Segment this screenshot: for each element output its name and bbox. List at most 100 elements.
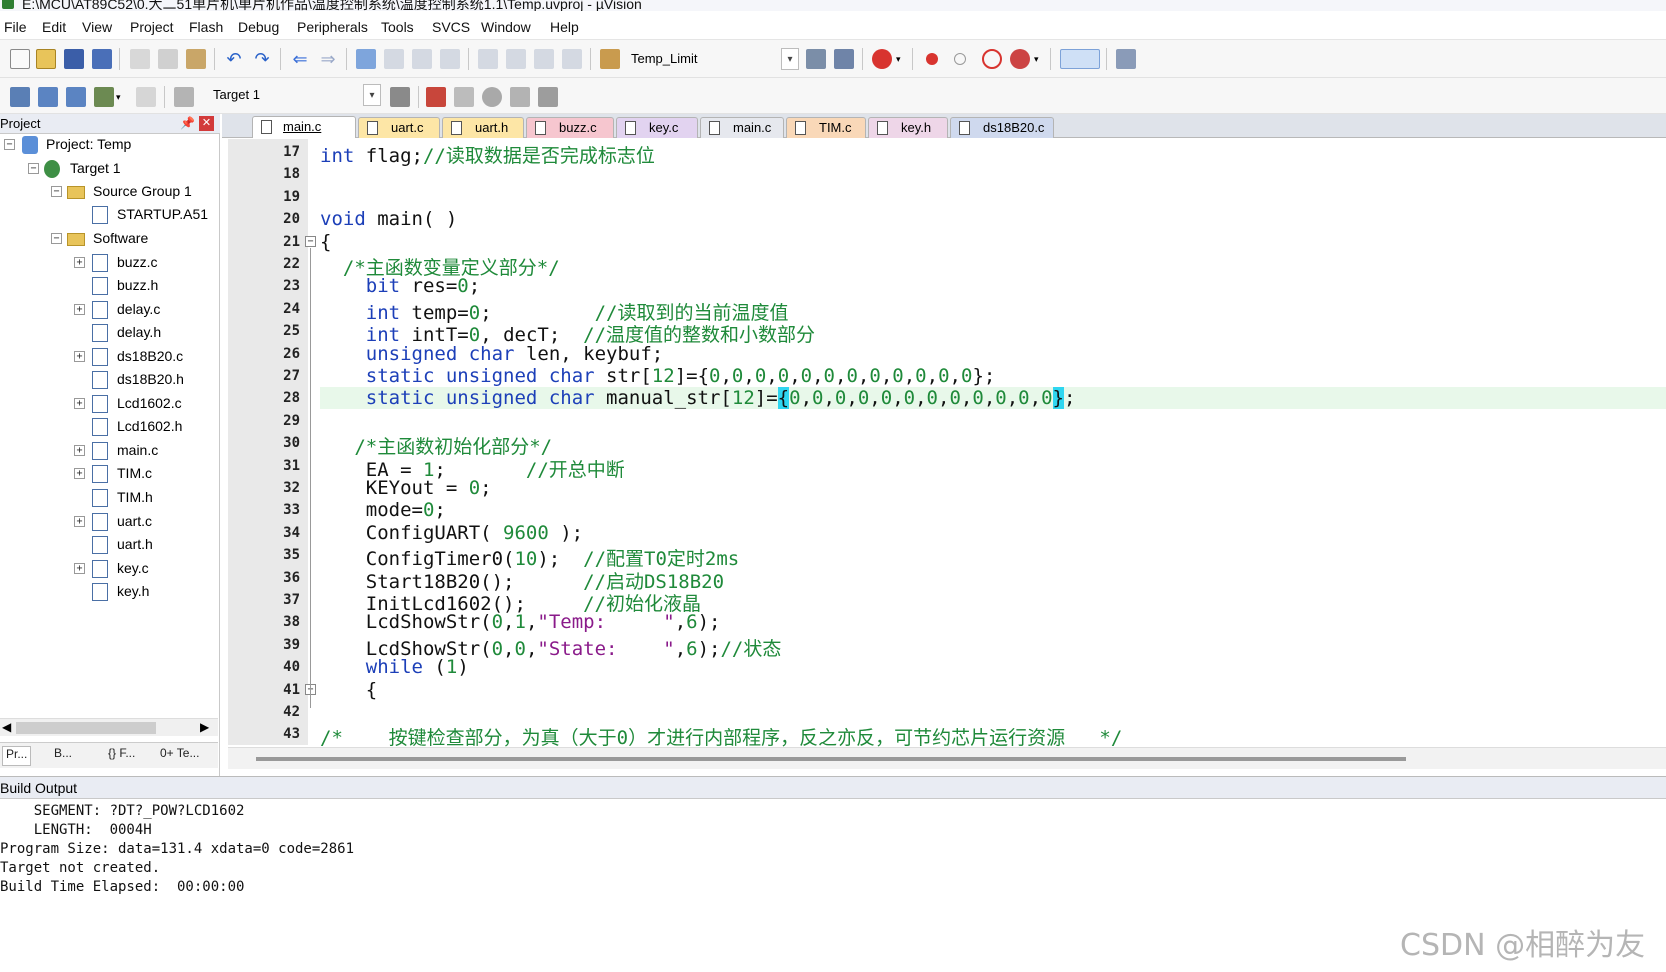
open-folder-icon[interactable] [36, 49, 56, 69]
expand-icon[interactable]: + [74, 304, 85, 315]
menu-window[interactable]: Window [481, 19, 531, 35]
code-line[interactable]: KEYout = 0; [320, 477, 492, 499]
code-editor[interactable]: 17 18 19 20 21−22 23 24 25 26 27 28 29 30 31 32 33 34 35 3… [228, 139, 1666, 769]
expand-icon[interactable]: + [74, 257, 85, 268]
menu-help[interactable]: Help [550, 19, 579, 35]
breakpoint-icon[interactable] [926, 53, 938, 65]
menu-project[interactable]: Project [130, 19, 174, 35]
code-line[interactable]: /*主函数初始化部分*/ [320, 432, 552, 458]
window-layout-icon[interactable] [1060, 49, 1100, 69]
pin-icon[interactable]: 📌 [180, 116, 195, 130]
collapse-icon[interactable]: − [28, 163, 39, 174]
code-line[interactable]: /*主函数变量定义部分*/ [320, 253, 560, 279]
code-line[interactable]: while (1) [320, 656, 469, 678]
collapse-icon[interactable]: − [4, 139, 15, 150]
code-line[interactable]: { [320, 231, 331, 253]
incremental-find-icon[interactable] [834, 49, 854, 69]
editor-tab[interactable]: ds18B20.c [950, 117, 1054, 138]
code-line[interactable]: EA = 1; //开总中断 [320, 455, 625, 481]
menu-svcs[interactable]: SVCS [432, 19, 470, 35]
undo-icon[interactable]: ↶ [224, 49, 244, 69]
manage-rte-icon[interactable] [482, 87, 502, 107]
find-icon[interactable] [806, 49, 826, 69]
menu-flash[interactable]: Flash [189, 19, 223, 35]
collapse-icon[interactable]: − [51, 233, 62, 244]
code-line[interactable]: InitLcd1602(); //初始化液晶 [320, 589, 701, 615]
collapse-icon[interactable]: − [51, 186, 62, 197]
uncomment-icon[interactable] [562, 49, 582, 69]
code-line[interactable]: static unsigned char manual_str[12]={0,0… [320, 387, 1075, 410]
chevron-down-icon[interactable]: ▾ [781, 48, 799, 70]
comment-icon[interactable] [534, 49, 554, 69]
menu-peripherals[interactable]: Peripherals [297, 19, 368, 35]
menu-view[interactable]: View [82, 19, 112, 35]
chevron-down-icon[interactable]: ▾ [363, 84, 381, 106]
editor-tab[interactable]: uart.c [358, 117, 440, 138]
chevron-down-icon[interactable]: ▾ [116, 87, 126, 107]
build-icon[interactable] [38, 87, 58, 107]
clear-bookmarks-icon[interactable] [440, 49, 460, 69]
expand-icon[interactable]: + [74, 468, 85, 479]
code-line[interactable]: LcdShowStr(0,1,"Temp: ",6); [320, 611, 721, 633]
code-line[interactable]: LcdShowStr(0,0,"State: ",6);//状态 [320, 634, 782, 660]
expand-icon[interactable]: + [74, 516, 85, 527]
save-all-icon[interactable] [92, 49, 112, 69]
scroll-right-icon[interactable]: ▶ [200, 720, 209, 734]
menu-file[interactable]: File [4, 19, 27, 35]
scroll-thumb[interactable] [16, 722, 156, 734]
menu-debug[interactable]: Debug [238, 19, 279, 35]
disable-breakpoint-icon[interactable] [954, 53, 966, 65]
unindent-icon[interactable] [506, 49, 526, 69]
code-line[interactable]: bit res=0; [320, 275, 480, 297]
expand-icon[interactable]: + [74, 563, 85, 574]
code-line[interactable]: int intT=0, decT; //温度值的整数和小数部分 [320, 320, 815, 346]
kill-all-breakpoints-icon[interactable] [1010, 49, 1030, 69]
menu-tools[interactable]: Tools [381, 19, 414, 35]
code-line[interactable]: unsigned char len, keybuf; [320, 343, 663, 365]
nav-forward-icon[interactable]: ⇒ [318, 49, 338, 69]
pack-installer-icon[interactable] [510, 87, 530, 107]
batch-build-icon[interactable] [94, 87, 114, 107]
copy-icon[interactable] [158, 49, 178, 69]
rebuild-icon[interactable] [66, 87, 86, 107]
event-recorder-icon[interactable] [538, 87, 558, 107]
editor-tab[interactable]: main.c [700, 117, 784, 138]
cut-icon[interactable] [130, 49, 150, 69]
next-bookmark-icon[interactable] [412, 49, 432, 69]
code-line[interactable]: int flag;//读取数据是否完成标志位 [320, 141, 655, 167]
stop-build-icon[interactable] [136, 87, 156, 107]
code-line[interactable]: void main( ) [320, 208, 457, 230]
disable-all-breakpoints-icon[interactable] [982, 49, 1002, 69]
code-line[interactable]: mode=0; [320, 499, 446, 521]
paste-icon[interactable] [186, 49, 206, 69]
editor-tab[interactable]: TIM.c [786, 117, 866, 138]
tab-project[interactable]: Pr... [2, 746, 32, 766]
code-line[interactable]: ConfigTimer0(10); //配置T0定时2ms [320, 544, 739, 570]
editor-tab[interactable]: main.c [252, 116, 356, 138]
prev-bookmark-icon[interactable] [384, 49, 404, 69]
manage-project-items-icon[interactable] [426, 87, 446, 107]
chevron-down-icon[interactable]: ▾ [1034, 49, 1044, 69]
tab-templates[interactable]: 0+ Te... [160, 746, 199, 766]
expand-icon[interactable]: + [74, 351, 85, 362]
redo-icon[interactable]: ↷ [252, 49, 272, 69]
find-combo[interactable]: Temp_Limit ▾ [624, 47, 800, 71]
scroll-thumb[interactable] [256, 757, 1406, 761]
project-horizontal-scrollbar[interactable]: ◀ ▶ [0, 718, 218, 736]
chevron-down-icon[interactable]: ▾ [896, 49, 906, 69]
menu-edit[interactable]: Edit [42, 19, 66, 35]
bookmark-icon[interactable] [356, 49, 376, 69]
translate-icon[interactable] [10, 87, 30, 107]
editor-tab[interactable]: uart.h [442, 117, 524, 138]
editor-tab[interactable]: buzz.c [526, 117, 614, 138]
target-combo[interactable]: Target 1 ▾ [206, 83, 382, 107]
code-line[interactable]: Start18B20(); //启动DS18B20 [320, 567, 724, 593]
fold-collapse-icon[interactable]: − [305, 235, 316, 247]
debug-session-icon[interactable] [872, 49, 892, 69]
close-icon[interactable]: ✕ [199, 116, 214, 131]
code-line[interactable]: int temp=0; //读取到的当前温度值 [320, 298, 789, 324]
target-options-icon[interactable] [390, 87, 410, 107]
code-line[interactable]: { [320, 679, 377, 701]
editor-tab[interactable]: key.h [868, 117, 948, 138]
expand-icon[interactable]: + [74, 398, 85, 409]
